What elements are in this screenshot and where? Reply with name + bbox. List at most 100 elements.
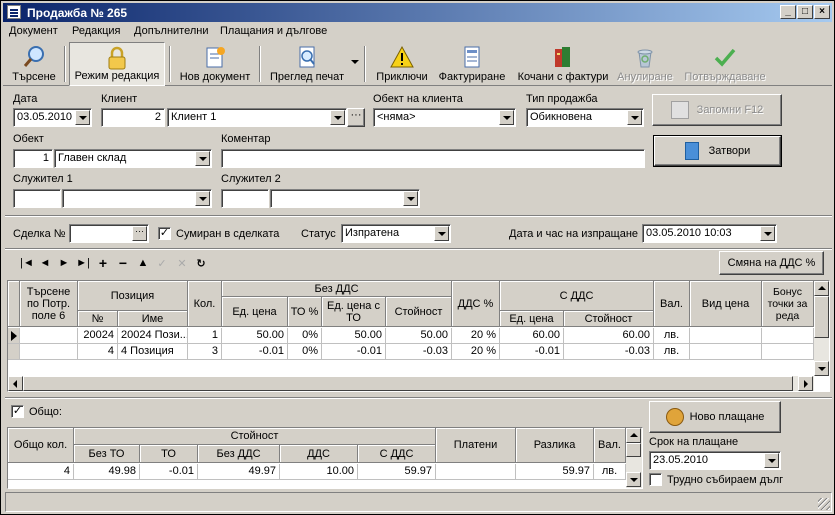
invoicing-button[interactable]: Фактуриране <box>435 42 509 86</box>
move-up-icon[interactable]: ▲ <box>135 257 151 269</box>
hard-debt-checkbox[interactable] <box>649 473 662 486</box>
header-no[interactable]: № <box>78 311 118 327</box>
scroll-up-button[interactable] <box>814 281 829 296</box>
cell-name[interactable]: 4 Позиция <box>118 344 188 360</box>
confirm-button[interactable]: Потвърждаване <box>679 42 771 86</box>
post-record-icon[interactable]: ✓ <box>154 257 170 270</box>
employee2-name-field[interactable] <box>270 189 420 208</box>
new-document-button[interactable]: Нов документ <box>175 42 255 86</box>
sale-type-dropdown-button[interactable] <box>627 110 642 125</box>
print-dropdown-arrow-icon[interactable] <box>351 60 359 64</box>
employee1-name-field[interactable] <box>62 189 212 208</box>
cell-value[interactable]: 50.00 <box>386 328 452 344</box>
status-field[interactable]: Изпратена <box>341 224 451 243</box>
deal-browse-button[interactable]: ··· <box>132 226 147 241</box>
cell-value[interactable]: -0.03 <box>386 344 452 360</box>
totals-scroll-up-button[interactable] <box>626 428 641 443</box>
header-value[interactable]: Стойност <box>386 297 452 327</box>
scroll-thumb[interactable] <box>814 296 829 338</box>
cell-unit-price-to[interactable]: 50.00 <box>322 328 386 344</box>
send-datetime-dropdown-button[interactable] <box>760 226 775 241</box>
cell-vat-pct[interactable]: 20 % <box>452 328 500 344</box>
cell-currency[interactable]: лв. <box>654 328 690 344</box>
cell-to-pct[interactable]: 0% <box>288 344 322 360</box>
cell-qty[interactable]: 3 <box>188 344 222 360</box>
minimize-button[interactable]: _ <box>780 5 796 19</box>
cell-bonus[interactable] <box>762 344 814 360</box>
cell-name[interactable]: 20024 Пози... <box>118 328 188 344</box>
client-code-field[interactable]: 2 <box>101 108 165 127</box>
menu-document[interactable]: Документ <box>9 25 58 37</box>
due-date-dropdown-button[interactable] <box>764 453 779 468</box>
date-dropdown-button[interactable] <box>75 110 90 125</box>
search-tool-button[interactable]: Търсене <box>7 42 61 86</box>
header-qty[interactable]: Кол. <box>188 281 222 327</box>
employee2-code-field[interactable] <box>221 189 269 208</box>
first-record-icon[interactable]: |◄ <box>19 257 35 269</box>
cancel-doc-button[interactable]: Анулиране <box>615 42 675 86</box>
finish-button[interactable]: Приключи <box>373 42 431 86</box>
header-unit-price[interactable]: Ед. цена <box>222 297 288 327</box>
cell-price-type[interactable] <box>690 328 762 344</box>
client-object-dropdown-button[interactable] <box>499 110 514 125</box>
header-vat-pct[interactable]: ДДС % <box>452 281 500 327</box>
due-date-field[interactable]: 23.05.2010 <box>649 451 781 470</box>
client-dropdown-button[interactable] <box>330 110 345 125</box>
cell-unit-price-vat[interactable]: 60.00 <box>500 328 564 344</box>
close-window-button[interactable]: × <box>814 5 830 19</box>
cell-price-type[interactable] <box>690 344 762 360</box>
items-horizontal-scrollbar[interactable] <box>8 376 814 391</box>
comment-field[interactable] <box>221 149 645 168</box>
totals-scroll-down-button[interactable] <box>626 472 641 487</box>
cell-unit-price-to[interactable]: -0.01 <box>322 344 386 360</box>
client-name-field[interactable]: Клиент 1 <box>167 108 347 127</box>
totals-vertical-scrollbar[interactable] <box>626 428 642 488</box>
scroll-right-button[interactable] <box>798 376 813 391</box>
edit-mode-button[interactable]: Режим редакция <box>69 42 165 86</box>
scroll-down-button[interactable] <box>814 361 829 376</box>
employee1-code-field[interactable] <box>13 189 61 208</box>
items-vertical-scrollbar[interactable] <box>814 281 829 376</box>
save-f12-button[interactable]: Запомни F12 <box>652 94 782 126</box>
cell-unit-price-vat[interactable]: -0.01 <box>500 344 564 360</box>
next-record-icon[interactable]: ► <box>56 257 72 269</box>
menu-payments-debts[interactable]: Плащания и дългове <box>220 25 327 37</box>
date-field[interactable]: 03.05.2010 <box>13 108 92 127</box>
employee1-dropdown-button[interactable] <box>195 191 210 206</box>
client-object-field[interactable]: <няма> <box>373 108 516 127</box>
summed-checkbox[interactable]: ✓ <box>158 227 171 240</box>
totals-scroll-thumb[interactable] <box>626 443 641 457</box>
header-name[interactable]: Име <box>118 311 188 327</box>
object-dropdown-button[interactable] <box>195 151 210 166</box>
deal-field[interactable]: ··· <box>69 224 149 243</box>
prev-record-icon[interactable]: ◄ <box>37 257 53 269</box>
cell-unit-price[interactable]: -0.01 <box>222 344 288 360</box>
total-checkbox[interactable]: ✓ <box>11 405 24 418</box>
attached-invoices-button[interactable]: Кочани с фактури <box>515 42 611 86</box>
cancel-edit-icon[interactable]: ✕ <box>174 257 190 270</box>
resize-grip-icon[interactable] <box>818 498 830 510</box>
sale-type-field[interactable]: Обикновена <box>526 108 644 127</box>
employee2-dropdown-button[interactable] <box>403 191 418 206</box>
object-code-field[interactable]: 1 <box>13 149 53 168</box>
refresh-icon[interactable]: ↻ <box>193 257 209 270</box>
print-preview-button[interactable]: Преглед печат <box>265 42 349 86</box>
header-unit-price-to[interactable]: Ед. цена с ТО <box>322 297 386 327</box>
cell-qty[interactable]: 1 <box>188 328 222 344</box>
maximize-button[interactable]: □ <box>797 5 813 19</box>
cell-to-pct[interactable]: 0% <box>288 328 322 344</box>
header-value2[interactable]: Стойност <box>564 311 654 327</box>
header-currency[interactable]: Вал. <box>654 281 690 327</box>
status-dropdown-button[interactable] <box>434 226 449 241</box>
header-unit-price2[interactable]: Ед. цена <box>500 311 564 327</box>
cell-value-vat[interactable]: -0.03 <box>564 344 654 360</box>
cell-vat-pct[interactable]: 20 % <box>452 344 500 360</box>
new-payment-button[interactable]: Ново плащане <box>649 401 781 433</box>
cell-no[interactable]: 4 <box>78 344 118 360</box>
header-price-type[interactable]: Вид цена <box>690 281 762 327</box>
last-record-icon[interactable]: ►| <box>75 257 91 269</box>
cell-bonus[interactable] <box>762 328 814 344</box>
menu-edit[interactable]: Редакция <box>72 25 120 37</box>
cell-unit-price[interactable]: 50.00 <box>222 328 288 344</box>
header-search-col[interactable]: Търсене по Потр. поле 6 <box>20 281 78 327</box>
